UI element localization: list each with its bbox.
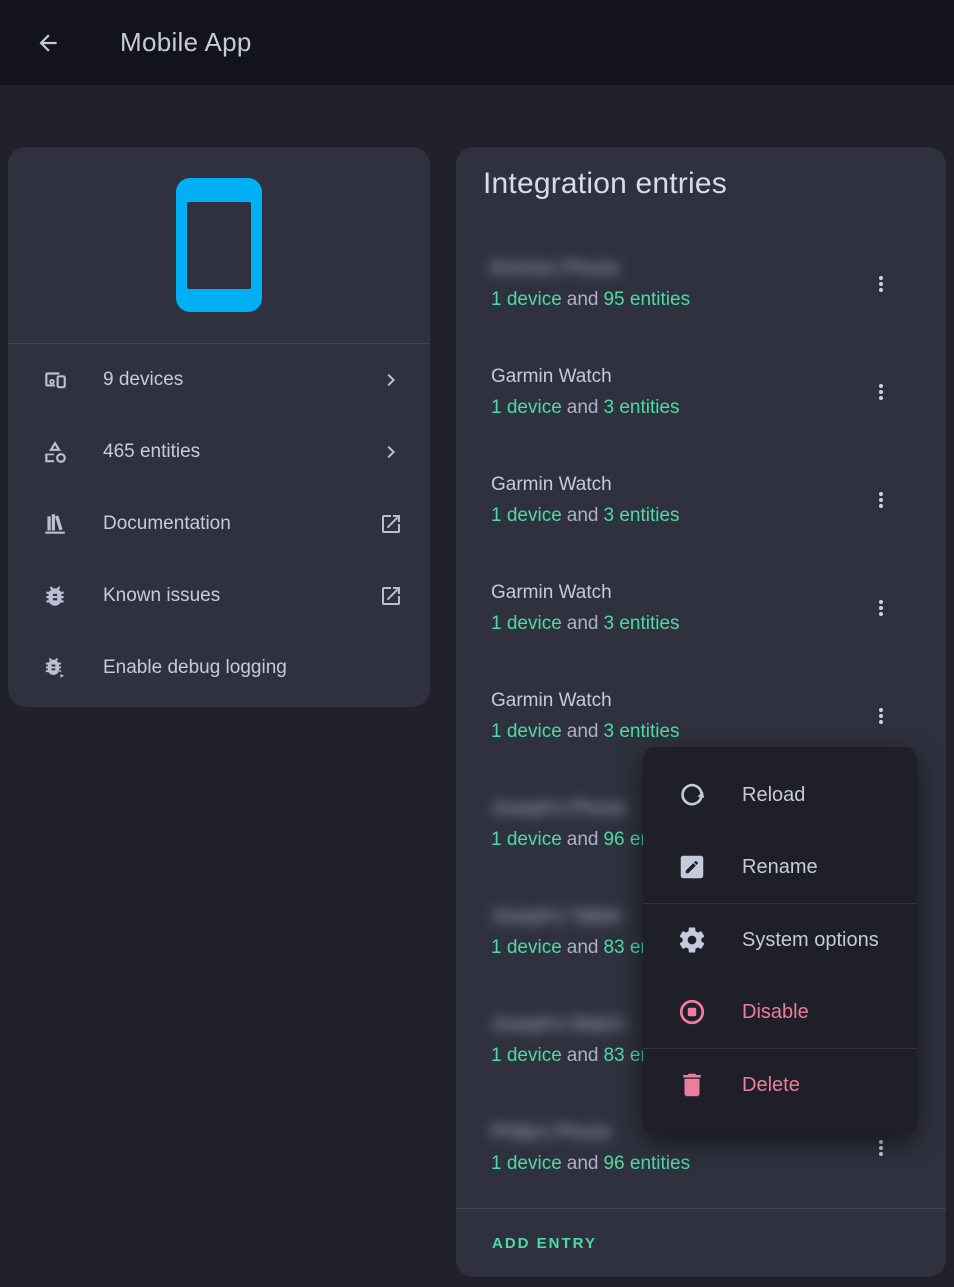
entry-subtitle: 1 device and 3 entities	[491, 720, 680, 744]
entry-devices-link[interactable]: 1 device	[491, 1152, 562, 1176]
entry-text: Garmin Watch 1 device and 3 entities	[491, 365, 680, 420]
entry-entities-link[interactable]: 96 entities	[603, 1152, 690, 1176]
entry-subtitle-connector: and	[567, 936, 599, 960]
entry-subtitle: 1 device and 3 entities	[491, 612, 680, 636]
menu-item-system-options[interactable]: System options	[643, 904, 917, 976]
entry-subtitle: 1 device and 3 entities	[491, 396, 680, 420]
entry-name: Garmin Watch	[491, 689, 680, 713]
bug-play-icon	[42, 655, 68, 681]
info-row-documentation[interactable]: Documentation	[8, 488, 430, 560]
info-row-entities[interactable]: 465 entities	[8, 416, 430, 488]
stop-circle-icon	[677, 997, 707, 1027]
menu-item-rename[interactable]: Rename	[643, 831, 917, 903]
integration-entry-row[interactable]: Garmin Watch 1 device and 3 entities	[456, 554, 946, 662]
info-row-known-issues[interactable]: Known issues	[8, 560, 430, 632]
info-row-label: Documentation	[103, 513, 231, 535]
info-row-label: Known issues	[103, 585, 220, 607]
reload-icon	[677, 780, 707, 810]
pencil-box-icon	[677, 852, 707, 882]
entry-menu-button[interactable]	[861, 476, 901, 524]
entry-menu-button[interactable]	[861, 368, 901, 416]
shapes-icon	[42, 439, 68, 465]
entry-devices-link[interactable]: 1 device	[491, 720, 562, 744]
entry-text: Garmin Watch 1 device and 3 entities	[491, 689, 680, 744]
entry-menu-button[interactable]	[861, 260, 901, 308]
add-entry-button[interactable]: ADD ENTRY	[456, 1209, 946, 1278]
integration-entry-row[interactable]: Garmin Watch 1 device and 3 entities	[456, 338, 946, 446]
entry-entities-link[interactable]: 3 entities	[603, 720, 679, 744]
entry-subtitle: 1 device and 96 entities	[491, 1152, 690, 1176]
entry-subtitle-connector: and	[567, 1152, 599, 1176]
dots-vertical-icon	[869, 272, 893, 296]
entry-text: Emma's Phone 1 device and 95 entities	[491, 257, 690, 312]
menu-item-reload[interactable]: Reload	[643, 759, 917, 831]
open-in-new-icon	[379, 584, 403, 608]
app-bar: Mobile App	[0, 0, 954, 85]
integration-entry-row[interactable]: Emma's Phone 1 device and 95 entities	[456, 230, 946, 338]
entry-subtitle-connector: and	[567, 720, 599, 744]
entry-devices-link[interactable]: 1 device	[491, 936, 562, 960]
cellphone-icon	[176, 178, 262, 312]
entry-subtitle: 1 device and 95 entities	[491, 288, 690, 312]
dots-vertical-icon	[869, 596, 893, 620]
dots-vertical-icon	[869, 380, 893, 404]
integration-entry-row[interactable]: Garmin Watch 1 device and 3 entities	[456, 446, 946, 554]
entry-subtitle-connector: and	[567, 396, 599, 420]
entry-subtitle-connector: and	[567, 288, 599, 312]
entry-text: Garmin Watch 1 device and 3 entities	[491, 473, 680, 528]
entry-text: Garmin Watch 1 device and 3 entities	[491, 581, 680, 636]
bookshelf-icon	[42, 511, 68, 537]
dots-vertical-icon	[869, 704, 893, 728]
entry-name: Emma's Phone	[491, 257, 690, 281]
entry-devices-link[interactable]: 1 device	[491, 1044, 562, 1068]
entry-entities-link[interactable]: 3 entities	[603, 612, 679, 636]
devices-icon	[42, 367, 68, 393]
chevron-right-icon	[379, 368, 403, 392]
entry-menu-button[interactable]	[861, 584, 901, 632]
info-row-devices[interactable]: 9 devices	[8, 344, 430, 416]
entry-menu-button[interactable]	[861, 692, 901, 740]
info-row-label: 9 devices	[103, 369, 183, 391]
open-in-new-icon	[379, 512, 403, 536]
menu-item-delete[interactable]: Delete	[643, 1049, 917, 1121]
entry-name: Garmin Watch	[491, 581, 680, 605]
entry-subtitle-connector: and	[567, 504, 599, 528]
cog-icon	[677, 925, 707, 955]
entry-devices-link[interactable]: 1 device	[491, 612, 562, 636]
entry-subtitle-connector: and	[567, 828, 599, 852]
menu-item-label: Rename	[742, 856, 818, 879]
arrow-left-icon	[35, 30, 61, 56]
menu-item-label: Reload	[742, 784, 805, 807]
info-row-label: 465 entities	[103, 441, 200, 463]
entry-context-menu: Reload Rename System options Disable Del…	[643, 747, 917, 1135]
entry-devices-link[interactable]: 1 device	[491, 288, 562, 312]
dots-vertical-icon	[869, 1136, 893, 1160]
entry-devices-link[interactable]: 1 device	[491, 828, 562, 852]
menu-item-label: Delete	[742, 1074, 800, 1097]
menu-item-disable[interactable]: Disable	[643, 976, 917, 1048]
chevron-right-icon	[379, 440, 403, 464]
dots-vertical-icon	[869, 488, 893, 512]
menu-item-label: Disable	[742, 1001, 809, 1024]
entry-subtitle-connector: and	[567, 1044, 599, 1068]
entry-subtitle-connector: and	[567, 612, 599, 636]
entry-entities-link[interactable]: 3 entities	[603, 396, 679, 420]
integration-info-card: 9 devices 465 entities Documentation Kno…	[8, 147, 430, 707]
delete-icon	[677, 1070, 707, 1100]
entry-entities-link[interactable]: 3 entities	[603, 504, 679, 528]
entry-subtitle: 1 device and 3 entities	[491, 504, 680, 528]
bug-icon	[42, 583, 68, 609]
entry-devices-link[interactable]: 1 device	[491, 396, 562, 420]
entry-devices-link[interactable]: 1 device	[491, 504, 562, 528]
entry-name: Garmin Watch	[491, 473, 680, 497]
info-row-enable-debug-logging[interactable]: Enable debug logging	[8, 632, 430, 704]
back-button[interactable]	[24, 19, 72, 67]
entries-card-title: Integration entries	[456, 147, 946, 208]
info-row-label: Enable debug logging	[103, 657, 287, 679]
entry-entities-link[interactable]: 95 entities	[603, 288, 690, 312]
integration-icon-area	[8, 147, 430, 343]
menu-item-label: System options	[742, 929, 879, 952]
app-bar-title: Mobile App	[120, 27, 252, 58]
entry-name: Garmin Watch	[491, 365, 680, 389]
